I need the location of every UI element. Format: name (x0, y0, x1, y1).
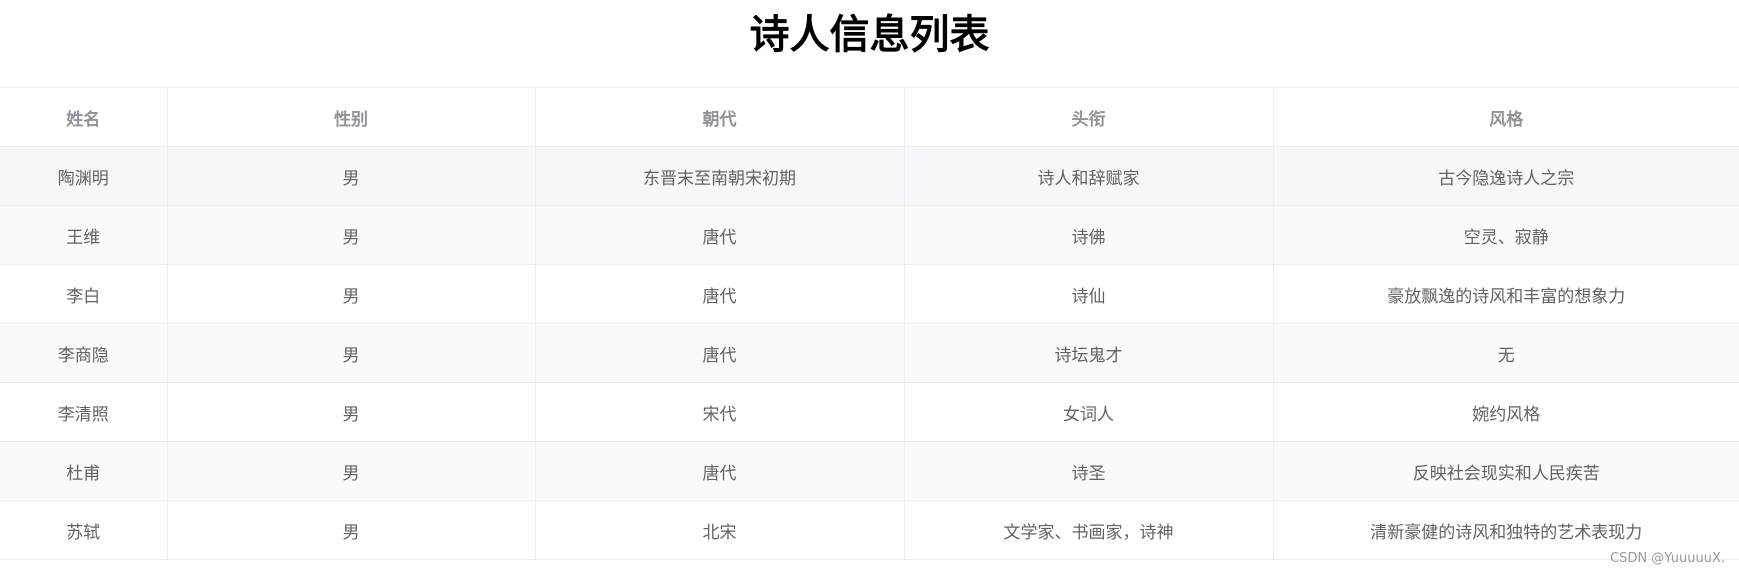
cell-style: 豪放飘逸的诗风和丰富的想象力 (1273, 264, 1739, 324)
cell-dynasty: 东晋末至南朝宋初期 (535, 146, 905, 206)
cell-title: 诗人和辞赋家 (904, 146, 1274, 206)
poet-table: 姓名 性别 朝代 头衔 风格 陶渊明 男 东晋末至南朝宋初期 诗人和辞赋家 古今… (0, 87, 1739, 560)
column-header-style[interactable]: 风格 (1273, 87, 1739, 147)
table-row[interactable]: 陶渊明 男 东晋末至南朝宋初期 诗人和辞赋家 古今隐逸诗人之宗 (0, 146, 1739, 206)
cell-dynasty: 唐代 (535, 205, 905, 265)
cell-name: 李白 (0, 264, 168, 324)
cell-name: 杜甫 (0, 441, 168, 501)
table-body: 陶渊明 男 东晋末至南朝宋初期 诗人和辞赋家 古今隐逸诗人之宗 王维 男 唐代 … (0, 146, 1739, 560)
cell-title: 诗圣 (904, 441, 1274, 501)
cell-dynasty: 宋代 (535, 382, 905, 442)
cell-gender: 男 (167, 146, 536, 206)
cell-gender: 男 (167, 323, 536, 383)
cell-name: 李商隐 (0, 323, 168, 383)
cell-name: 王维 (0, 205, 168, 265)
table-header: 姓名 性别 朝代 头衔 风格 (0, 87, 1739, 147)
cell-style: 反映社会现实和人民疾苦 (1273, 441, 1739, 501)
cell-gender: 男 (167, 264, 536, 324)
cell-gender: 男 (167, 441, 536, 501)
column-header-name[interactable]: 姓名 (0, 87, 168, 147)
table-row[interactable]: 杜甫 男 唐代 诗圣 反映社会现实和人民疾苦 (0, 441, 1739, 501)
cell-title: 诗仙 (904, 264, 1274, 324)
column-header-title[interactable]: 头衔 (904, 87, 1274, 147)
cell-title: 诗坛鬼才 (904, 323, 1274, 383)
poet-table-container: 姓名 性别 朝代 头衔 风格 陶渊明 男 东晋末至南朝宋初期 诗人和辞赋家 古今… (0, 87, 1739, 560)
column-header-gender[interactable]: 性别 (167, 87, 536, 147)
cell-style: 婉约风格 (1273, 382, 1739, 442)
table-row[interactable]: 王维 男 唐代 诗佛 空灵、寂静 (0, 205, 1739, 265)
cell-dynasty: 唐代 (535, 323, 905, 383)
cell-style: 古今隐逸诗人之宗 (1273, 146, 1739, 206)
cell-title: 诗佛 (904, 205, 1274, 265)
cell-dynasty: 北宋 (535, 500, 905, 560)
cell-gender: 男 (167, 500, 536, 560)
cell-style: 空灵、寂静 (1273, 205, 1739, 265)
cell-dynasty: 唐代 (535, 441, 905, 501)
cell-name: 李清照 (0, 382, 168, 442)
column-header-dynasty[interactable]: 朝代 (535, 87, 905, 147)
header-row: 姓名 性别 朝代 头衔 风格 (0, 87, 1739, 147)
cell-title: 女词人 (904, 382, 1274, 442)
cell-name: 苏轼 (0, 500, 168, 560)
cell-title: 文学家、书画家，诗神 (904, 500, 1274, 560)
cell-gender: 男 (167, 205, 536, 265)
table-row[interactable]: 苏轼 男 北宋 文学家、书画家，诗神 清新豪健的诗风和独特的艺术表现力 (0, 500, 1739, 560)
table-row[interactable]: 李白 男 唐代 诗仙 豪放飘逸的诗风和丰富的想象力 (0, 264, 1739, 324)
cell-gender: 男 (167, 382, 536, 442)
cell-dynasty: 唐代 (535, 264, 905, 324)
table-row[interactable]: 李清照 男 宋代 女词人 婉约风格 (0, 382, 1739, 442)
cell-style: 无 (1273, 323, 1739, 383)
cell-name: 陶渊明 (0, 146, 168, 206)
table-row[interactable]: 李商隐 男 唐代 诗坛鬼才 无 (0, 323, 1739, 383)
page-title: 诗人信息列表 (749, 12, 990, 58)
watermark: CSDN @YuuuuuX. (1610, 551, 1725, 566)
